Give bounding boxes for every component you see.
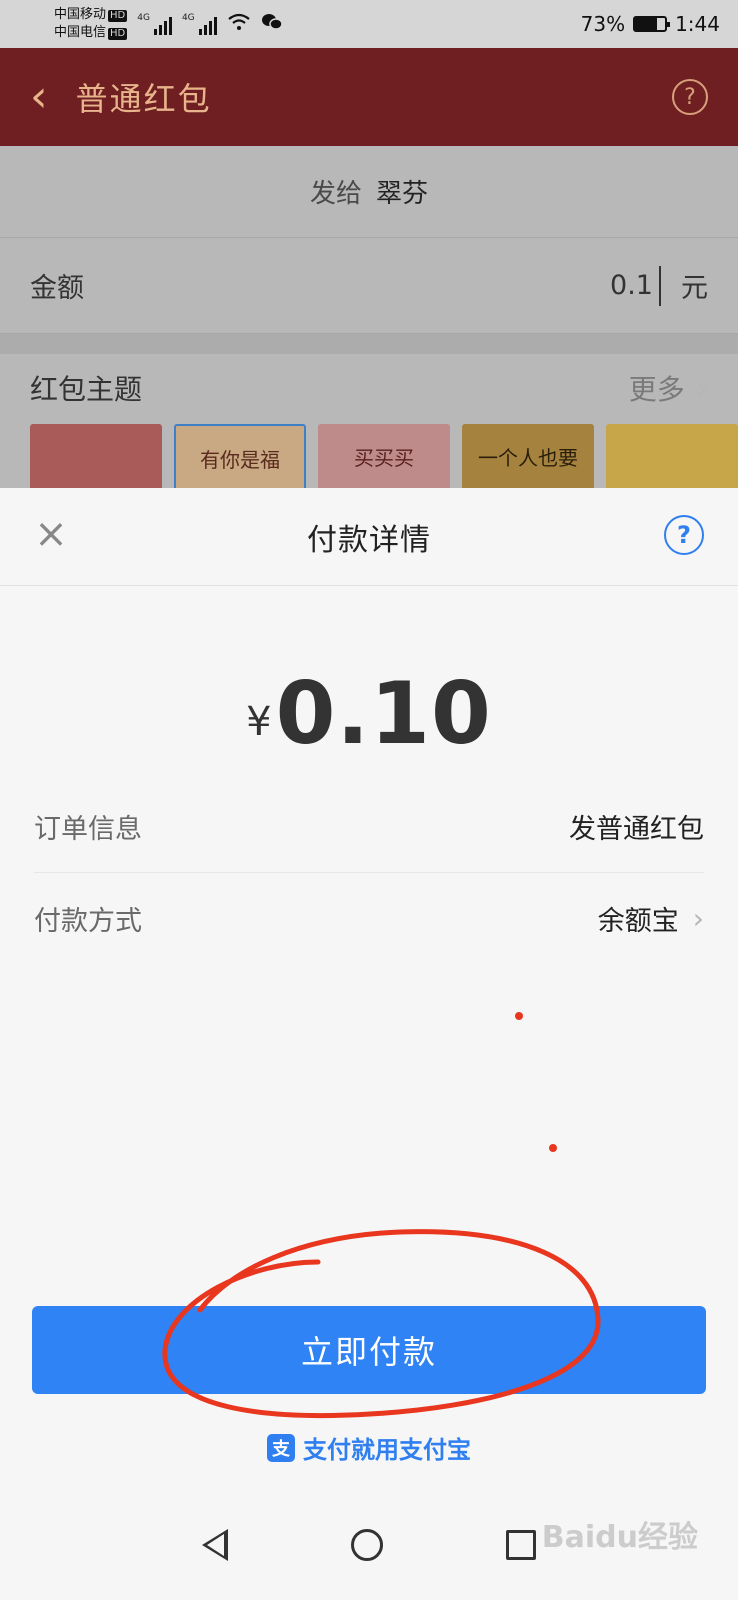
signal-icon: 4G <box>182 13 217 35</box>
more-themes-link[interactable]: 更多 › <box>629 368 708 408</box>
battery-icon <box>633 16 671 32</box>
carrier-1: 中国移动 <box>54 7 107 22</box>
signal-icon: 4G <box>137 13 172 35</box>
sheet-header: × 付款详情 ? <box>0 488 738 586</box>
carrier-info: 中国移动 HD 中国电信 HD <box>54 6 128 42</box>
order-info-row: 订单信息 发普通红包 <box>34 780 704 872</box>
clock: 1:44 <box>675 12 720 36</box>
chevron-right-icon: › <box>692 902 704 935</box>
theme-label: 红包主题 <box>30 373 143 406</box>
currency-symbol: ¥ <box>246 699 272 745</box>
payment-method-row[interactable]: 付款方式 余额宝 › <box>34 872 704 964</box>
nav-recent-icon[interactable] <box>506 1530 537 1560</box>
payment-amount: ¥0.10 <box>0 664 738 764</box>
brand-text: 支付就用支付宝 <box>303 1436 471 1464</box>
recipient-label: 发给 <box>309 179 362 209</box>
payment-method-label: 付款方式 <box>34 906 142 937</box>
close-icon[interactable]: × <box>34 514 68 554</box>
text-cursor <box>659 265 661 306</box>
app-header: ‹ 普通红包 ? <box>0 48 738 146</box>
amount-input[interactable]: 0.1 元 <box>610 265 708 306</box>
wechat-icon <box>261 13 283 36</box>
status-right: 73% 1:44 <box>581 12 720 36</box>
page-title: 普通红包 <box>75 80 212 118</box>
order-value: 发普通红包 <box>569 813 704 845</box>
question-icon[interactable]: ? <box>664 515 704 555</box>
alipay-brand: 支 支付就用支付宝 <box>0 1430 738 1465</box>
theme-section: 红包主题 更多 › 有你是福 买买买 一个人也要 <box>0 354 738 614</box>
nav-back-icon[interactable] <box>201 1529 228 1561</box>
question-icon[interactable]: ? <box>672 79 708 115</box>
amount-unit: 元 <box>681 273 708 304</box>
hd-badge: HD <box>108 10 128 22</box>
amount-row[interactable]: 金额 0.1 元 <box>0 238 738 334</box>
alipay-logo-icon: 支 <box>267 1433 295 1462</box>
wifi-icon <box>227 13 251 36</box>
recipient-name: 翠芬 <box>376 179 429 209</box>
carrier-2: 中国电信 <box>54 25 107 40</box>
watermark: Baidu经验 <box>541 1520 698 1555</box>
chevron-left-icon[interactable]: ‹ <box>30 75 48 119</box>
battery-percent: 73% <box>580 12 626 36</box>
order-label: 订单信息 <box>34 813 142 845</box>
amount-label: 金额 <box>30 273 84 304</box>
sheet-title: 付款详情 <box>307 522 431 558</box>
payment-sheet: × 付款详情 ? ¥0.10 订单信息 发普通红包 付款方式 余额宝 › 立即付… <box>0 488 738 1600</box>
hd-badge: HD <box>108 28 128 40</box>
status-bar: 中国移动 HD 中国电信 HD 4G 4G 73% 1:44 <box>0 0 738 48</box>
nav-home-icon[interactable] <box>350 1529 383 1561</box>
background-page: ‹ 普通红包 ? 发给 翠芬 金额 0.1 元 红包主题 更多 › 有你是福 买… <box>0 48 738 614</box>
payment-method-value[interactable]: 余额宝 › <box>598 899 704 938</box>
pay-now-button[interactable]: 立即付款 <box>32 1306 706 1394</box>
chevron-right-icon: › <box>696 371 708 405</box>
amount-value: 0.10 <box>275 664 492 764</box>
recipient-row: 发给 翠芬 <box>0 146 738 238</box>
